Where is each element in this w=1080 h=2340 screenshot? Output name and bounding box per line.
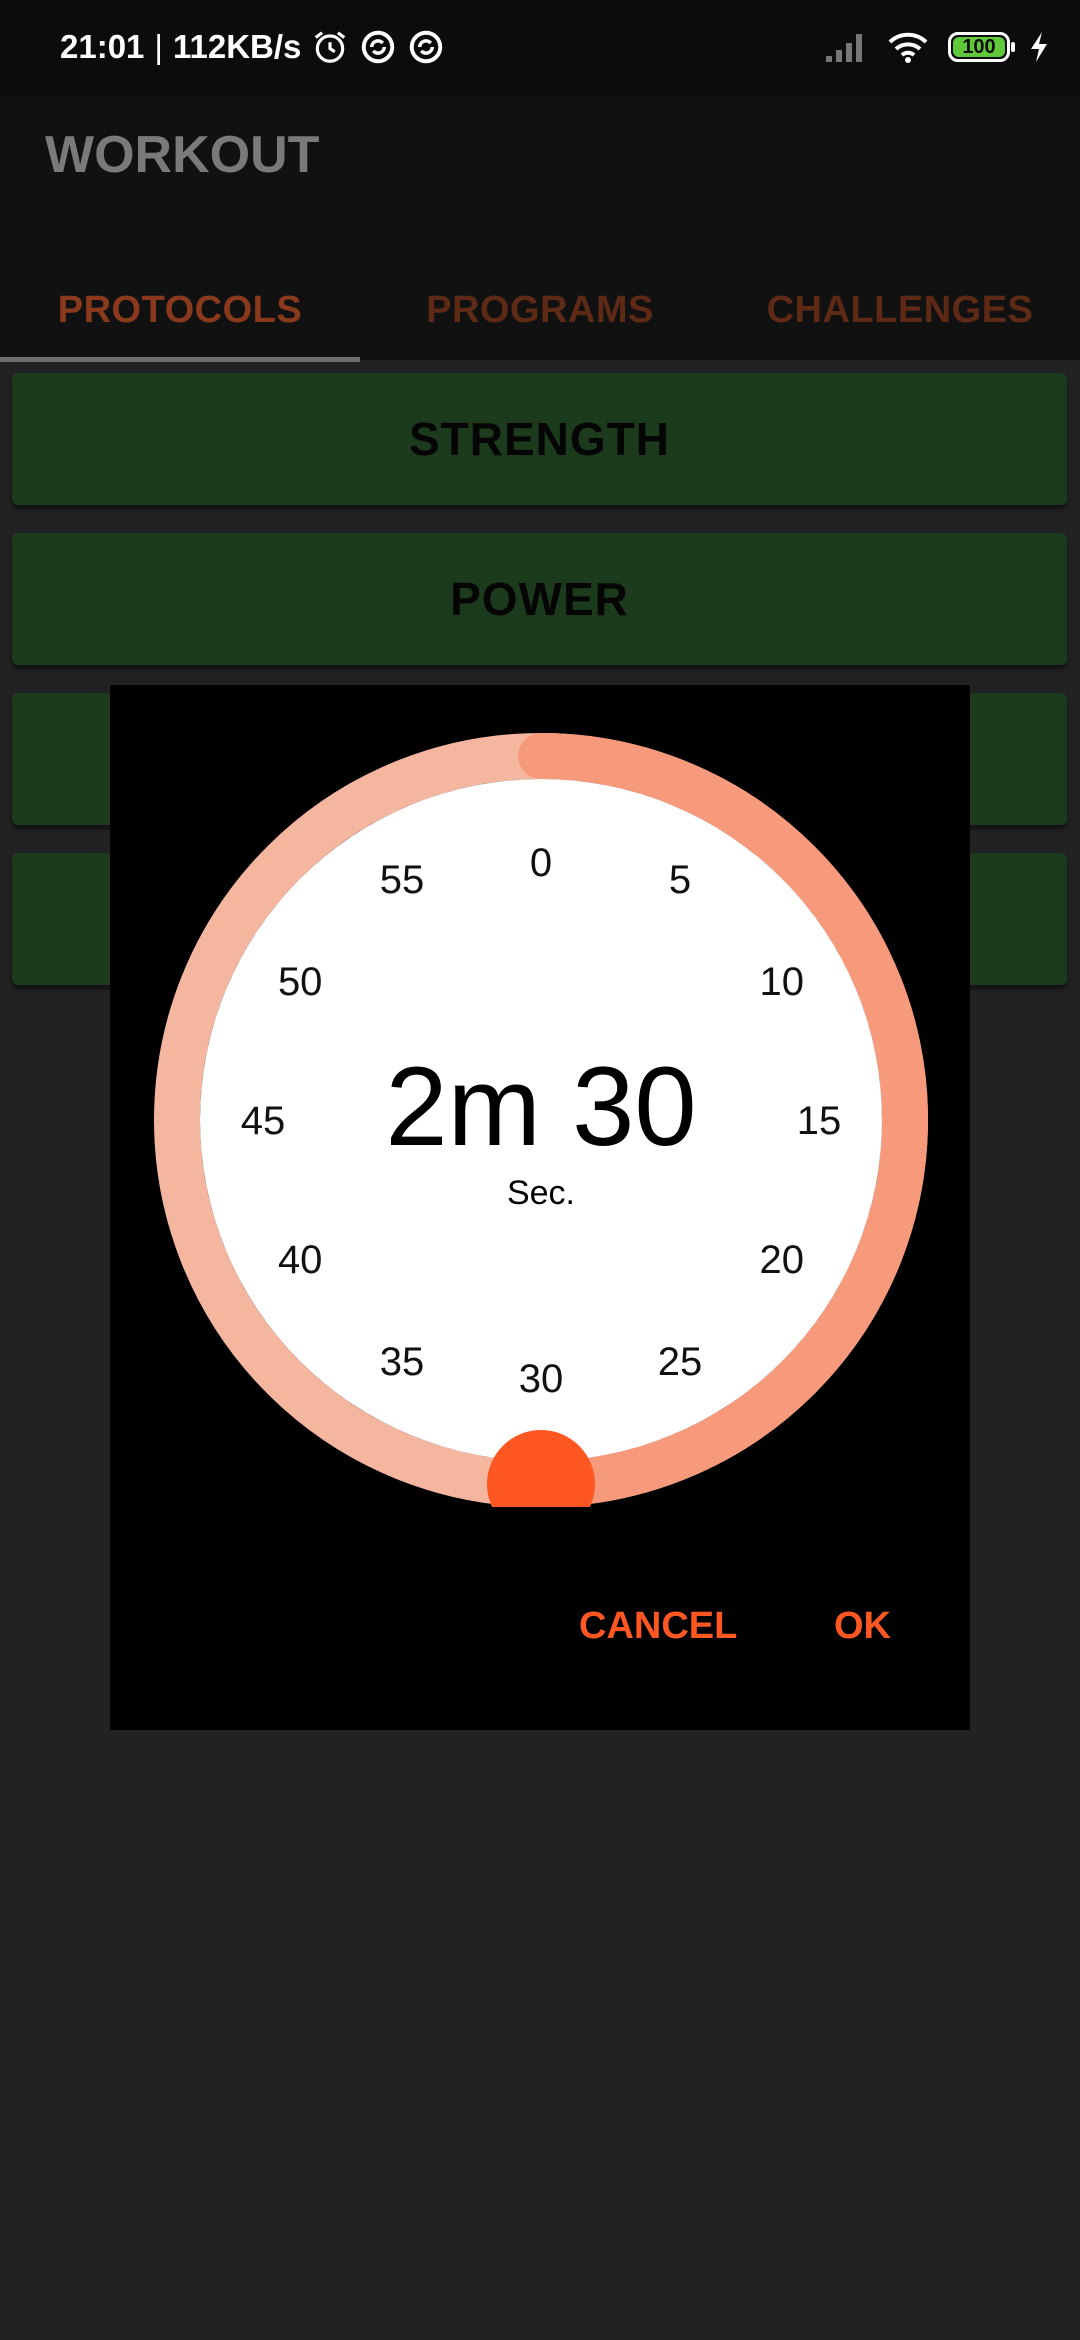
- dial-number-15[interactable]: 15: [797, 1099, 842, 1143]
- sync-icon: [362, 30, 395, 64]
- protocol-power-button[interactable]: POWER: [12, 533, 1067, 665]
- protocol-strength-button[interactable]: STRENGTH: [12, 373, 1067, 505]
- wifi-icon: [888, 32, 928, 63]
- dial-number-10[interactable]: 10: [760, 960, 805, 1004]
- charging-icon: [1031, 32, 1047, 62]
- network-speed: 112KB/s: [172, 28, 302, 65]
- dial-number-20[interactable]: 20: [760, 1238, 805, 1282]
- status-bar: 21:01 | 112KB/s 100: [0, 0, 1080, 95]
- dial-number-55[interactable]: 55: [380, 858, 425, 902]
- status-right: 100: [824, 22, 1050, 72]
- timer-dialog: 0 5 10 15 20 25 30 35 40 45 50 55 2m 30 Sec. CANCEL…: [110, 685, 970, 1730]
- dial-number-25[interactable]: 25: [658, 1340, 703, 1384]
- dial-number-0[interactable]: 0: [530, 841, 552, 885]
- alarm-icon: [315, 31, 346, 63]
- cancel-button[interactable]: CANCEL: [579, 1605, 737, 1648]
- tab-challenges[interactable]: CHALLENGES: [720, 260, 1080, 360]
- ok-button[interactable]: OK: [834, 1605, 891, 1648]
- tab-indicator: [0, 357, 360, 362]
- battery-icon: 100: [948, 32, 1015, 62]
- status-left: 21:01 | 112KB/s: [60, 22, 445, 72]
- minutes-value: 2m: [385, 1044, 541, 1169]
- tab-bar: PROTOCOLS PROGRAMS CHALLENGES: [0, 260, 1080, 362]
- dial-number-5[interactable]: 5: [669, 858, 691, 902]
- tab-protocols[interactable]: PROTOCOLS: [0, 260, 360, 360]
- timer-dial[interactable]: 0 5 10 15 20 25 30 35 40 45 50 55 2m 30 Sec.: [154, 733, 928, 1507]
- status-time: 21:01: [60, 28, 145, 65]
- signal-icon: [826, 34, 862, 62]
- tab-programs[interactable]: PROGRAMS: [360, 260, 720, 360]
- status-separator: |: [154, 28, 163, 65]
- dial-number-45[interactable]: 45: [241, 1099, 286, 1143]
- time-readout: 2m 30: [385, 1044, 696, 1169]
- dial-number-40[interactable]: 40: [278, 1238, 323, 1282]
- app-bar: WORKOUT PROTOCOLS PROGRAMS CHALLENGES: [0, 95, 1080, 362]
- dial-number-35[interactable]: 35: [380, 1340, 425, 1384]
- app-title: WORKOUT: [45, 126, 320, 184]
- sync-icon: [410, 30, 443, 64]
- unit-label: Sec.: [507, 1174, 575, 1212]
- dial-number-50[interactable]: 50: [278, 960, 323, 1004]
- seconds-value: 30: [572, 1044, 697, 1169]
- battery-level: 100: [962, 35, 996, 58]
- dialog-actions: CANCEL OK: [110, 1605, 970, 1705]
- dial-number-30[interactable]: 30: [519, 1357, 564, 1401]
